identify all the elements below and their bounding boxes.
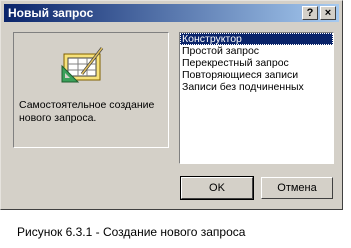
window-title: Новый запрос bbox=[8, 6, 94, 20]
list-item-unmatched-query[interactable]: Записи без подчиненных bbox=[180, 81, 333, 93]
new-query-dialog: Новый запрос ? × Самостоятельное создани… bbox=[0, 0, 343, 210]
list-item-simple-query[interactable]: Простой запрос bbox=[180, 45, 333, 57]
help-button[interactable]: ? bbox=[302, 6, 318, 20]
cancel-button[interactable]: Отмена bbox=[261, 177, 333, 199]
ok-button[interactable]: OK bbox=[180, 176, 254, 200]
figure-caption: Рисунок 6.3.1 - Создание нового запроса bbox=[17, 225, 246, 239]
query-type-list[interactable]: Конструктор Простой запрос Перекрестный … bbox=[179, 32, 334, 164]
preview-pane: Самостоятельное создание нового запроса. bbox=[13, 32, 169, 148]
close-button[interactable]: × bbox=[320, 6, 336, 20]
title-bar[interactable]: Новый запрос ? × bbox=[4, 4, 339, 22]
query-description: Самостоятельное создание нового запроса. bbox=[19, 99, 155, 124]
list-item-duplicates-query[interactable]: Повторяющиеся записи bbox=[180, 69, 333, 81]
list-item-crosstab-query[interactable]: Перекрестный запрос bbox=[180, 57, 333, 69]
list-item-designer[interactable]: Конструктор bbox=[180, 33, 333, 45]
query-design-icon bbox=[61, 47, 104, 83]
